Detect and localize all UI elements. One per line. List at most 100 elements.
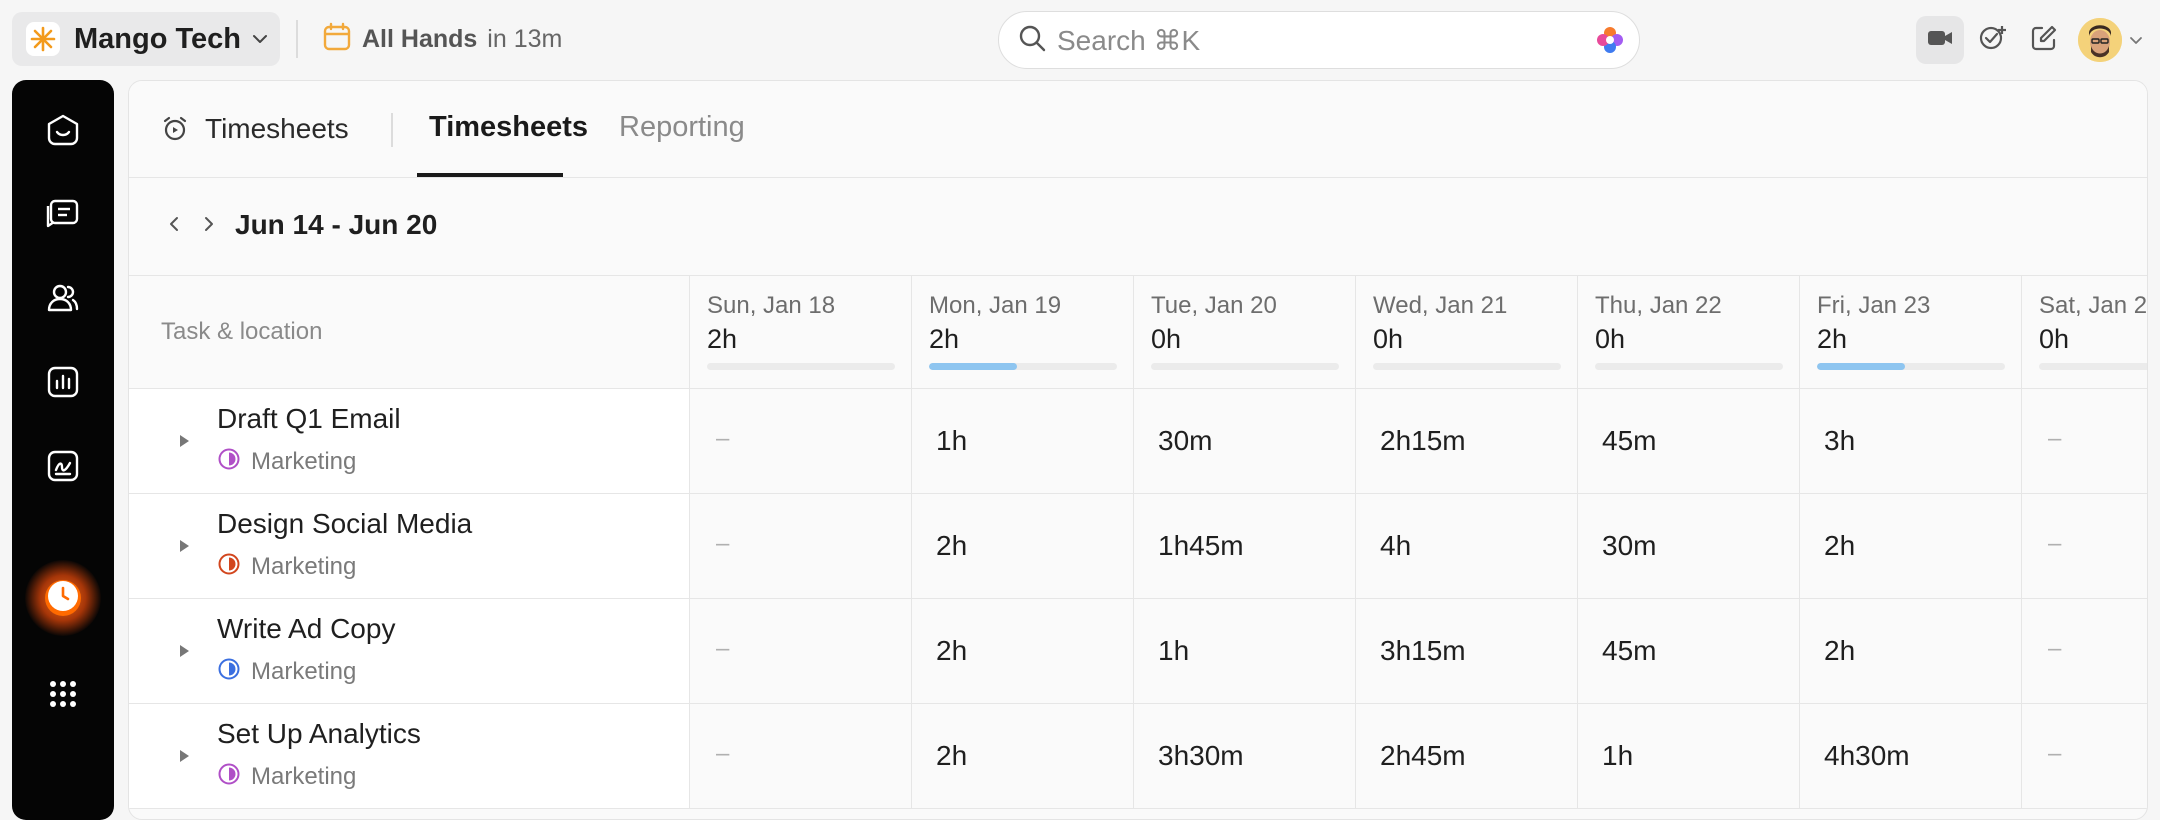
time-entry-cell[interactable]: 2h bbox=[1799, 494, 2021, 598]
rail-dashboards[interactable] bbox=[35, 356, 91, 412]
day-label: Tue, Jan 20 bbox=[1151, 292, 1277, 319]
time-entry-cell[interactable]: – bbox=[2021, 599, 2147, 703]
avatar[interactable] bbox=[2078, 18, 2122, 62]
time-value: 1h bbox=[1602, 740, 1634, 771]
day-label: Mon, Jan 19 bbox=[929, 292, 1062, 319]
workspace-name: Mango Tech bbox=[74, 22, 242, 55]
expand-caret-icon[interactable] bbox=[177, 433, 191, 454]
time-value: 2h bbox=[1824, 530, 1856, 561]
time-entry-cell[interactable]: 2h bbox=[911, 599, 1133, 703]
chevron-down-icon[interactable] bbox=[2128, 32, 2144, 48]
rail-inbox[interactable] bbox=[35, 188, 91, 244]
tab-reporting[interactable]: Reporting bbox=[619, 111, 745, 144]
check-add-icon bbox=[1977, 23, 2007, 58]
main-panel: Timesheets Timesheets Reporting Jun 14 -… bbox=[128, 80, 2148, 820]
day-label: Sun, Jan 18 bbox=[707, 292, 836, 319]
ai-brain-icon[interactable] bbox=[1595, 25, 1625, 60]
task-cell[interactable]: Write Ad Copy Marketing bbox=[129, 599, 689, 703]
workspace-switcher[interactable]: Mango Tech bbox=[12, 12, 280, 66]
time-entry-cell[interactable]: 2h45m bbox=[1355, 704, 1577, 808]
time-entry-cell[interactable]: 45m bbox=[1577, 389, 1799, 493]
expand-caret-icon[interactable] bbox=[177, 643, 191, 664]
time-entry-cell[interactable]: 1h bbox=[1133, 599, 1355, 703]
topbar-actions bbox=[1916, 13, 2144, 67]
calendar-icon bbox=[322, 22, 352, 57]
time-entry-cell[interactable]: 30m bbox=[1133, 389, 1355, 493]
time-entry-cell[interactable]: 2h bbox=[911, 704, 1133, 808]
time-value: – bbox=[716, 530, 730, 557]
previous-week-button[interactable] bbox=[159, 211, 189, 241]
list-status-icon bbox=[217, 552, 241, 581]
time-entry-cell[interactable]: – bbox=[689, 389, 911, 493]
time-entry-cell[interactable]: 45m bbox=[1577, 599, 1799, 703]
time-entry-cell[interactable]: 1h bbox=[1577, 704, 1799, 808]
meeting-title: All Hands bbox=[362, 24, 478, 53]
list-status-icon bbox=[217, 657, 241, 686]
time-value: – bbox=[2048, 635, 2062, 662]
tab-timesheets[interactable]: Timesheets bbox=[429, 111, 588, 144]
time-value: 2h bbox=[1824, 635, 1856, 666]
meeting-time: in 13m bbox=[487, 24, 563, 53]
task-name[interactable]: Set Up Analytics bbox=[217, 718, 421, 750]
time-entry-cell[interactable]: 4h30m bbox=[1799, 704, 2021, 808]
search-placeholder: Search ⌘K bbox=[1057, 24, 1201, 56]
timesheet-table: Task & location Sun, Jan 18 2h Mon, Jan 19… bbox=[129, 275, 2147, 809]
task-cell[interactable]: Set Up Analytics Marketing bbox=[129, 704, 689, 808]
task-cell[interactable]: Draft Q1 Email Marketing bbox=[129, 389, 689, 493]
time-value: 3h30m bbox=[1158, 740, 1244, 771]
time-entry-cell[interactable]: 2h15m bbox=[1355, 389, 1577, 493]
time-value: – bbox=[2048, 530, 2062, 557]
video-call-button[interactable] bbox=[1916, 16, 1964, 64]
new-task-button[interactable] bbox=[1968, 16, 2016, 64]
task-cell[interactable]: Design Social Media Marketing bbox=[129, 494, 689, 598]
table-row: Design Social Media Marketing – 2h 1h45m 4h 30… bbox=[129, 494, 2147, 599]
next-week-button[interactable] bbox=[194, 211, 224, 241]
time-entry-cell[interactable]: 2h bbox=[1799, 599, 2021, 703]
day-progress-bar bbox=[707, 363, 895, 370]
time-entry-cell[interactable]: – bbox=[689, 599, 911, 703]
rail-home[interactable] bbox=[35, 104, 91, 160]
time-value: 2h bbox=[936, 635, 968, 666]
time-entry-cell[interactable]: 30m bbox=[1577, 494, 1799, 598]
time-value: – bbox=[2048, 740, 2062, 767]
search-bar[interactable]: Search ⌘K bbox=[998, 11, 1640, 69]
upcoming-meeting[interactable]: All Hands in 13m bbox=[322, 16, 562, 62]
time-value: 1h45m bbox=[1158, 530, 1244, 561]
dashboards-icon bbox=[43, 362, 83, 407]
task-name[interactable]: Draft Q1 Email bbox=[217, 403, 401, 435]
time-value: 45m bbox=[1602, 635, 1657, 666]
time-entry-cell[interactable]: – bbox=[689, 704, 911, 808]
time-entry-cell[interactable]: 3h15m bbox=[1355, 599, 1577, 703]
time-entry-cell[interactable]: 1h bbox=[911, 389, 1133, 493]
time-entry-cell[interactable]: 2h bbox=[911, 494, 1133, 598]
day-progress-bar bbox=[1817, 363, 2005, 370]
inbox-icon bbox=[43, 194, 83, 239]
task-name[interactable]: Design Social Media bbox=[217, 508, 472, 540]
time-entry-cell[interactable]: – bbox=[2021, 494, 2147, 598]
task-name[interactable]: Write Ad Copy bbox=[217, 613, 395, 645]
time-entry-cell[interactable]: – bbox=[689, 494, 911, 598]
time-entry-cell[interactable]: 1h45m bbox=[1133, 494, 1355, 598]
rail-teams[interactable] bbox=[35, 272, 91, 328]
location-label: Marketing bbox=[251, 552, 357, 580]
expand-caret-icon[interactable] bbox=[177, 748, 191, 769]
table-header: Task & location Sun, Jan 18 2h Mon, Jan 19… bbox=[129, 275, 2147, 389]
time-entry-cell[interactable]: – bbox=[2021, 389, 2147, 493]
day-column-header: Thu, Jan 22 0h bbox=[1577, 276, 1799, 388]
day-total: 0h bbox=[1595, 324, 1626, 354]
time-entry-cell[interactable]: – bbox=[2021, 704, 2147, 808]
day-total: 2h bbox=[1817, 324, 1848, 354]
expand-caret-icon[interactable] bbox=[177, 538, 191, 559]
time-entry-cell[interactable]: 3h bbox=[1799, 389, 2021, 493]
rail-apps[interactable] bbox=[35, 668, 91, 724]
time-entry-cell[interactable]: 4h bbox=[1355, 494, 1577, 598]
date-navigator: Jun 14 - Jun 20 bbox=[129, 179, 2147, 275]
time-entry-cell[interactable]: 3h30m bbox=[1133, 704, 1355, 808]
time-value: 4h30m bbox=[1824, 740, 1910, 771]
compose-button[interactable] bbox=[2020, 16, 2068, 64]
rail-timesheets[interactable] bbox=[45, 580, 81, 616]
rail-whiteboards[interactable] bbox=[35, 440, 91, 496]
top-bar: Mango Tech All Hands in 13m Search ⌘K bbox=[0, 0, 2160, 80]
day-column-header: Sat, Jan 24 0h bbox=[2021, 276, 2147, 388]
column-header-task: Task & location bbox=[161, 318, 323, 345]
